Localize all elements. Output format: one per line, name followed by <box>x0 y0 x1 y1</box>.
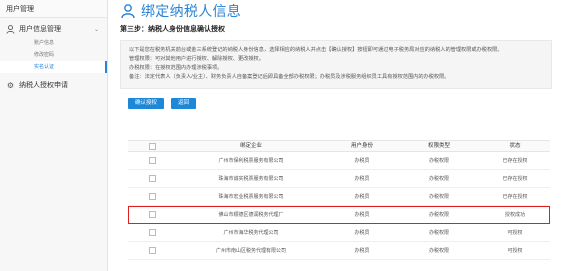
info-text: 备注：法定代表人（负责人/业主）、财务负责人自备案登记后即具备全部办税权限；办税… <box>129 74 450 80</box>
row-checkbox[interactable] <box>148 247 156 254</box>
status-cell: 可授权 <box>507 230 523 236</box>
role-cell: 办税员 <box>354 158 370 164</box>
row-checkbox[interactable] <box>148 229 156 236</box>
sidebar-group-label: 纳税人授权申请 <box>19 82 68 89</box>
table-row[interactable]: 广州市海华税务代理公司 办税员 办税权限 可授权 <box>128 224 550 242</box>
company-cell: 珠海市诚实税票服务有限公司 <box>218 176 284 182</box>
permission-cell: 办税权限 <box>428 248 449 254</box>
permission-cell: 办税权限 <box>428 194 449 200</box>
row-checkbox[interactable] <box>148 157 156 164</box>
permission-cell: 办税权限 <box>428 212 449 218</box>
company-cell: 广州市南山区税务代理有限公司 <box>215 248 286 254</box>
company-cell: 广州市海华税务代理公司 <box>223 230 279 236</box>
table-row[interactable]: 广州市南山区税务代理有限公司 办税员 办税权限 可授权 <box>128 242 550 260</box>
main-content: 绑定纳税人信息 第三步：纳税人身份信息确认授权 以下是您在税务机关前台或金三系统… <box>120 0 576 271</box>
status-cell: 已存在授权 <box>502 158 528 164</box>
gear-icon: ⚙ <box>6 80 15 90</box>
row-checkbox[interactable] <box>148 175 156 182</box>
company-cell: 珠海市宏业税票服务有限公司 <box>218 194 284 200</box>
info-box: 以下是您在税务机关前台或金三系统登记的纳税人身份信息，选择相应的纳税人并点击【确… <box>120 40 552 89</box>
info-text: 以下是您在税务机关前台或金三系统登记的纳税人身份信息，选择相应的纳税人并点击【确… <box>129 47 503 53</box>
checkbox[interactable] <box>148 142 156 150</box>
sidebar-group-taxpayer-auth[interactable]: ⚙ 纳税人授权申请 <box>0 77 107 93</box>
status-cell: 可授权 <box>507 248 523 254</box>
sidebar-group-user-info[interactable]: 用户信息管理 ⌄ <box>0 21 107 37</box>
role-cell: 办税员 <box>354 230 370 236</box>
column-header: 状态 <box>509 143 521 149</box>
back-button[interactable]: 返回 <box>171 98 197 109</box>
permission-cell: 办税权限 <box>428 158 449 164</box>
sidebar-header: 用户管理 <box>0 0 107 18</box>
permission-cell: 办税权限 <box>428 176 449 182</box>
user-icon <box>120 3 136 19</box>
role-cell: 办税员 <box>354 176 370 182</box>
sidebar: 用户管理 用户信息管理 ⌄ 账户信息 修改密码 实名认证 ⚙ 纳税人授权申请 <box>0 0 108 271</box>
sidebar-item-account-info[interactable]: 账户信息 <box>0 37 107 49</box>
chevron-down-icon: ⌄ <box>93 26 99 33</box>
button-row: 确认授权 返回 <box>128 98 576 109</box>
table-header: 绑定企业 用户身份 权限类型 状态 <box>128 140 550 152</box>
permission-cell: 办税权限 <box>428 230 449 236</box>
column-header: 权限类型 <box>427 143 450 149</box>
status-cell: 已存在授权 <box>502 176 528 182</box>
step-title: 第三步：纳税人身份信息确认授权 <box>120 26 225 33</box>
role-cell: 办税员 <box>354 248 370 254</box>
sidebar-item-real-name-auth[interactable]: 实名认证 <box>0 61 107 73</box>
status-cell: 已存在授权 <box>502 194 528 200</box>
status-cell: 授权成功 <box>504 212 525 218</box>
info-text: 办税权限：在授权范围内办理涉税事项。 <box>129 65 223 71</box>
sidebar-item-change-password[interactable]: 修改密码 <box>0 49 107 61</box>
user-icon <box>6 24 15 34</box>
table-row[interactable]: 珠海市宏业税票服务有限公司 办税员 办税权限 已存在授权 <box>128 188 550 206</box>
role-cell: 办税员 <box>354 194 370 200</box>
header-checkbox[interactable] <box>128 141 176 151</box>
page-title: 绑定纳税人信息 <box>141 4 242 20</box>
sidebar-group-label: 用户信息管理 <box>19 26 61 33</box>
enterprise-table: 绑定企业 用户身份 权限类型 状态 广州市保利税票服务有限公司 办税员 办税权限… <box>128 140 550 260</box>
info-text: 管理权限：可对其他用户进行授权、解除授权、更改授权。 <box>129 56 264 62</box>
table-row-highlighted[interactable]: 佛山市顺德区德润税务代理厂 办税员 办税权限 授权成功 <box>128 206 550 224</box>
company-cell: 佛山市顺德区德润税务代理厂 <box>218 212 284 218</box>
row-checkbox[interactable] <box>148 211 156 218</box>
page-header: 绑定纳税人信息 <box>120 1 576 21</box>
role-cell: 办税员 <box>354 212 370 218</box>
confirm-authorize-button[interactable]: 确认授权 <box>128 98 165 109</box>
column-header: 用户身份 <box>350 143 373 149</box>
table-row[interactable]: 广州市保利税票服务有限公司 办税员 办税权限 已存在授权 <box>128 152 550 170</box>
table-row[interactable]: 珠海市诚实税票服务有限公司 办税员 办税权限 已存在授权 <box>128 170 550 188</box>
column-header: 绑定企业 <box>239 143 262 149</box>
row-checkbox[interactable] <box>148 193 156 200</box>
company-cell: 广州市保利税票服务有限公司 <box>218 158 284 164</box>
